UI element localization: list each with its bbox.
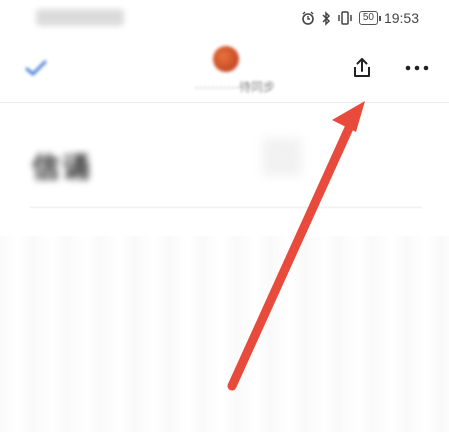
status-left-icons — [36, 9, 124, 26]
arrow-head — [332, 101, 365, 132]
share-button[interactable] — [348, 54, 376, 82]
avatar[interactable] — [213, 46, 239, 72]
status-time: 19:53 — [383, 10, 419, 26]
bluetooth-icon — [322, 10, 330, 26]
note-title[interactable]: 信诵 — [32, 146, 92, 186]
more-dots-icon — [405, 65, 429, 71]
share-icon — [354, 58, 370, 77]
status-right-group: 50 19:53 — [301, 8, 419, 28]
more-button[interactable] — [402, 58, 432, 78]
check-icon[interactable] — [22, 56, 50, 80]
title-divider — [30, 207, 422, 208]
status-bar: 50 19:53 — [0, 0, 449, 38]
sync-status-text: ···········待同步 — [195, 80, 275, 94]
alarm-icon — [302, 11, 314, 25]
battery-icon: 50 — [358, 11, 382, 25]
note-body[interactable] — [0, 236, 449, 432]
vibrate-icon — [338, 11, 352, 25]
faint-placeholder — [262, 138, 302, 176]
note-toolbar: ···········待同步 — [0, 38, 449, 103]
